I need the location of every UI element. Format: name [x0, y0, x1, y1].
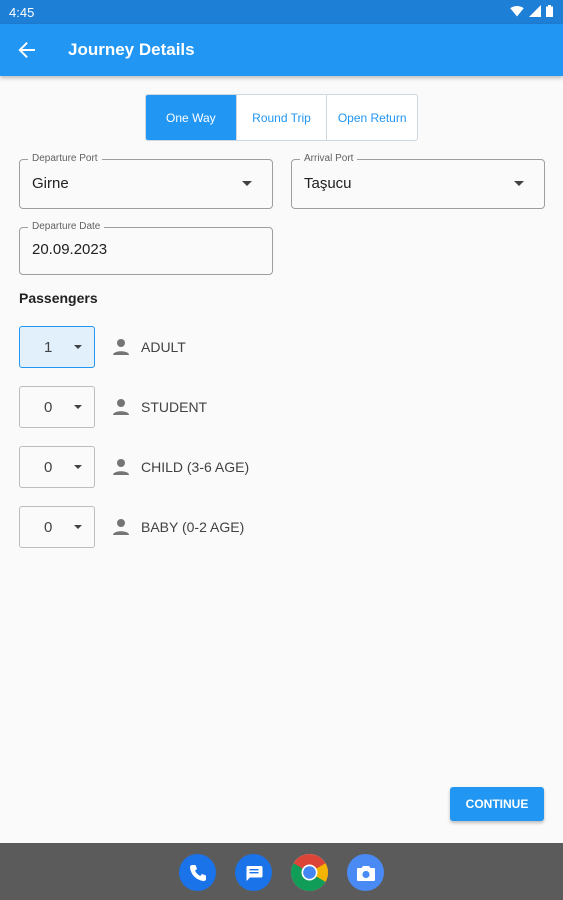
student-count-value: 0	[44, 399, 53, 416]
cell-signal-icon	[529, 5, 541, 17]
camera-icon[interactable]	[347, 854, 384, 891]
messages-icon[interactable]	[235, 854, 272, 891]
app-bar: Journey Details	[0, 24, 563, 76]
battery-icon	[546, 5, 553, 17]
status-time: 4:45	[9, 5, 35, 20]
departure-port-label: Departure Port	[28, 153, 102, 164]
tab-open-return[interactable]: Open Return	[326, 95, 417, 140]
dropdown-arrow-icon	[74, 465, 82, 469]
baby-count-value: 0	[44, 519, 53, 536]
child-count-value: 0	[44, 459, 53, 476]
dropdown-arrow-icon	[242, 181, 252, 186]
continue-button[interactable]: CONTINUE	[450, 787, 544, 821]
passengers-heading: Passengers	[19, 290, 98, 306]
chrome-logo-icon	[291, 854, 328, 891]
person-icon	[113, 459, 129, 475]
tab-one-way[interactable]: One Way	[146, 95, 236, 140]
departure-date-field[interactable]: Departure Date 20.09.2023	[19, 221, 273, 275]
child-count-select[interactable]: 0	[19, 446, 95, 488]
departure-port-value: Girne	[32, 175, 69, 192]
camera-glyph-icon	[356, 865, 375, 881]
person-icon	[113, 399, 129, 415]
baby-label: BABY (0-2 AGE)	[141, 519, 245, 535]
baby-count-select[interactable]: 0	[19, 506, 95, 548]
departure-date-value: 20.09.2023	[32, 241, 108, 258]
dropdown-arrow-icon	[74, 405, 82, 409]
departure-port-select[interactable]: Departure Port Girne	[19, 153, 273, 209]
dropdown-arrow-icon	[74, 525, 82, 529]
page-title: Journey Details	[68, 40, 195, 59]
arrow-back-icon	[18, 42, 35, 58]
person-icon	[113, 519, 129, 535]
departure-date-label: Departure Date	[28, 221, 105, 232]
student-label: STUDENT	[141, 399, 208, 415]
chrome-icon[interactable]	[291, 854, 328, 891]
arrival-port-value: Taşucu	[304, 175, 352, 192]
trip-type-toggle: One Way Round Trip Open Return	[145, 94, 418, 141]
phone-handset-icon	[189, 864, 206, 881]
adult-count-value: 1	[44, 339, 53, 356]
arrival-port-label: Arrival Port	[300, 153, 358, 164]
phone-icon[interactable]	[179, 854, 216, 891]
status-icons	[510, 5, 553, 17]
student-count-select[interactable]: 0	[19, 386, 95, 428]
back-button[interactable]	[12, 35, 42, 65]
child-label: CHILD (3-6 AGE)	[141, 459, 250, 475]
arrival-port-select[interactable]: Arrival Port Taşucu	[291, 153, 545, 209]
dropdown-arrow-icon	[74, 345, 82, 349]
adult-count-select[interactable]: 1	[19, 326, 95, 368]
message-bubble-icon	[246, 865, 262, 881]
status-bar: 4:45	[0, 0, 563, 24]
dropdown-arrow-icon	[514, 181, 524, 186]
dock	[0, 843, 563, 900]
person-icon	[113, 339, 129, 355]
tab-round-trip[interactable]: Round Trip	[235, 95, 327, 140]
adult-label: ADULT	[141, 339, 186, 355]
wifi-icon	[510, 5, 524, 17]
